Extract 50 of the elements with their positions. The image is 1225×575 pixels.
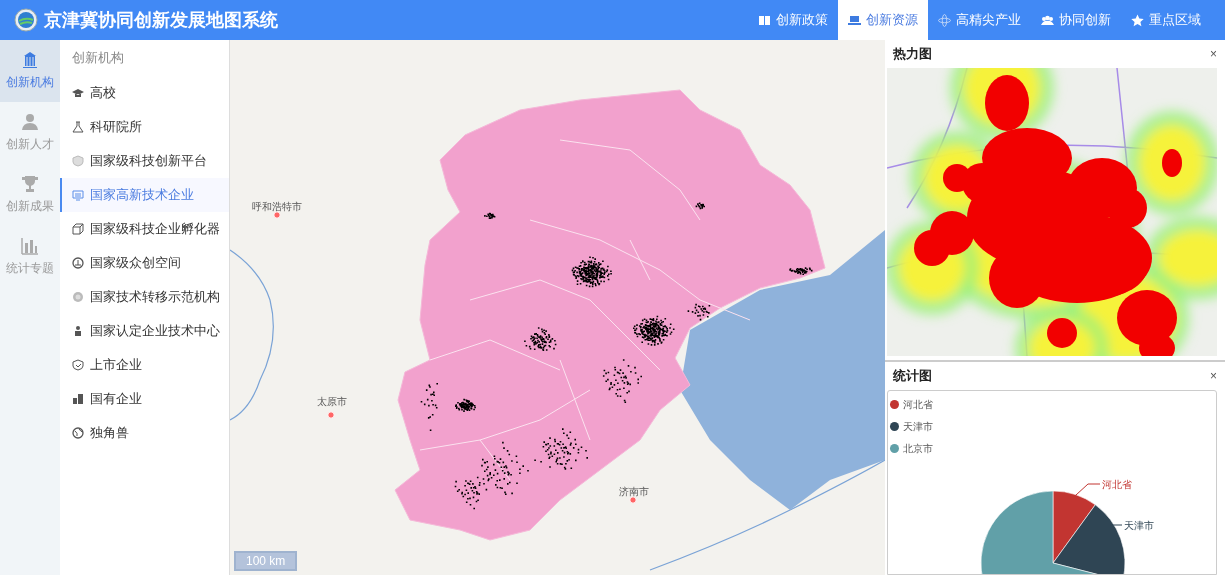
monitor-icon	[72, 188, 84, 201]
star-icon	[1131, 13, 1144, 27]
slice-label: 天津市	[1124, 520, 1154, 531]
submenu-item[interactable]: 国家认定企业技术中心	[60, 313, 229, 348]
shield-icon	[72, 358, 84, 371]
submenu-item[interactable]: 国有企业	[60, 381, 229, 416]
submenu-item[interactable]: 国家级科技企业孵化器	[60, 211, 229, 246]
close-button[interactable]: ×	[1210, 45, 1217, 63]
globe-logo-icon	[14, 8, 38, 32]
submenu-item[interactable]: 国家级科技创新平台	[60, 143, 229, 178]
city-marker	[327, 411, 335, 419]
atom-icon	[938, 13, 951, 27]
circle-icon	[72, 256, 84, 269]
columns-icon	[21, 51, 39, 69]
submenu-item[interactable]: 上市企业	[60, 347, 229, 382]
nav-tab[interactable]: 创新资源	[838, 0, 928, 40]
submenu-item[interactable]: 国家高新技术企业	[60, 177, 229, 212]
person-icon	[21, 113, 39, 131]
submenu-item[interactable]: 独角兽	[60, 415, 229, 450]
city-marker	[273, 211, 281, 219]
cube-icon	[72, 222, 84, 235]
shield-icon	[72, 154, 84, 167]
legend-label[interactable]: 河北省	[903, 396, 933, 412]
trophy-icon	[21, 175, 39, 193]
city-marker	[629, 496, 637, 504]
submenu-item[interactable]: 高校	[60, 75, 229, 110]
close-button[interactable]: ×	[1210, 367, 1217, 385]
panel-title: 热力图	[893, 45, 932, 64]
submenu-heading: 创新机构	[71, 49, 125, 67]
city-label: 济南市	[619, 485, 649, 499]
leader-line	[1075, 483, 1101, 496]
cap-icon	[72, 86, 84, 99]
submenu-item[interactable]: 国家技术转移示范机构	[60, 279, 229, 314]
bar-chart-icon	[21, 237, 39, 255]
person-icon	[72, 324, 84, 337]
legend-label[interactable]: 天津市	[903, 418, 933, 434]
submenu-item[interactable]: 科研院所	[60, 109, 229, 144]
people-icon	[1041, 13, 1054, 27]
slice-label: 河北省	[1102, 479, 1132, 490]
legend-label[interactable]: 北京市	[903, 440, 933, 456]
city-label: 太原市	[317, 395, 347, 409]
panel-title: 统计图	[893, 367, 932, 386]
book-icon	[758, 13, 771, 27]
scale-bar: 100 km	[234, 551, 298, 571]
submenu-item[interactable]: 国家级众创空间	[60, 245, 229, 280]
flask-icon	[72, 120, 84, 133]
laptop-icon	[848, 13, 861, 27]
buildings-icon	[72, 392, 84, 405]
app-title: 京津冀协同创新发展地图系统	[44, 8, 278, 32]
city-label: 呼和浩特市	[252, 200, 302, 214]
